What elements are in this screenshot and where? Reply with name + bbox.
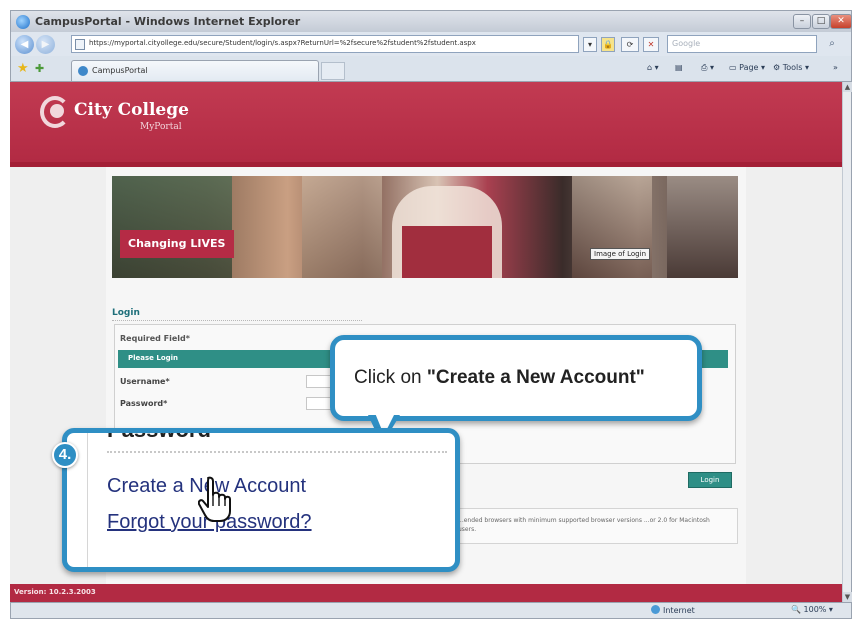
window-title: CampusPortal - Windows Internet Explorer xyxy=(35,15,301,28)
tab-bar: ★ ✚ CampusPortal ⌂ ▾ ▤ ⎙ ▾ ▭ Page ▾ ⚙ To… xyxy=(10,56,852,82)
address-toolbar: ◀ ▶ https://myportal.cityollege.edu/secu… xyxy=(10,32,852,56)
page-icon xyxy=(75,39,85,50)
login-button[interactable]: Login xyxy=(688,472,732,488)
scroll-down-icon[interactable]: ▼ xyxy=(843,592,852,602)
zoom-label: 100% xyxy=(803,605,827,614)
username-label: Username* xyxy=(120,377,170,386)
address-field[interactable]: https://myportal.cityollege.edu/secure/S… xyxy=(71,35,579,53)
instruction-text: Click on "Create a New Account" xyxy=(354,367,645,389)
toolbar-overflow-icon[interactable]: » xyxy=(833,63,838,72)
instruction-prefix: Click on xyxy=(354,367,427,388)
portal-header xyxy=(10,82,842,162)
zoom-dotted-rule xyxy=(107,451,447,453)
favorites-star-icon[interactable]: ★ xyxy=(17,61,29,76)
portal-name: MyPortal xyxy=(140,122,182,132)
banner-photo xyxy=(112,176,232,278)
hand-cursor-icon xyxy=(198,476,231,522)
required-field-label: Required Field* xyxy=(120,334,190,343)
portal-footer: Version: 10.2.3.2003 xyxy=(10,584,842,602)
vertical-scrollbar[interactable]: ▲ ▼ xyxy=(842,82,852,602)
ie-page-icon xyxy=(78,66,88,76)
zoom-divider xyxy=(87,433,88,567)
add-favorites-icon[interactable]: ✚ xyxy=(35,62,44,75)
banner-photo xyxy=(667,176,738,278)
step-badge: 4. xyxy=(52,442,78,468)
back-button[interactable]: ◀ xyxy=(15,35,34,54)
print-icon[interactable]: ⎙ ▾ xyxy=(701,63,714,73)
url-text: https://myportal.cityollege.edu/secure/S… xyxy=(89,39,476,47)
banner-image: Changing LIVES Image of Login xyxy=(112,176,738,278)
refresh-button[interactable]: ⟳ xyxy=(621,37,639,52)
tab-campusportal[interactable]: CampusPortal xyxy=(71,60,319,81)
screenshot: CampusPortal - Windows Internet Explorer… xyxy=(0,0,862,619)
zone-label: Internet xyxy=(663,606,695,615)
home-icon[interactable]: ⌂ ▾ xyxy=(647,63,659,72)
forward-button[interactable]: ▶ xyxy=(36,35,55,54)
lock-icon[interactable]: 🔒 xyxy=(601,37,615,52)
globe-icon xyxy=(651,605,660,614)
college-name: City College xyxy=(74,100,189,120)
new-tab-button[interactable] xyxy=(321,62,345,80)
search-placeholder: Google xyxy=(672,39,701,48)
zoom-callout: Password Create a New Account Forgot you… xyxy=(62,428,460,572)
minimize-button[interactable]: – xyxy=(793,14,811,29)
banner-tagline: Changing LIVES xyxy=(128,237,226,250)
address-dropdown-button[interactable]: ▾ xyxy=(583,37,597,52)
browser-note: ...ended browsers with minimum supported… xyxy=(458,517,710,533)
please-login-label: Please Login xyxy=(128,354,179,362)
banner-photo xyxy=(572,176,652,278)
status-bar: Internet 🔍 100% ▾ xyxy=(10,602,852,619)
banner-photo xyxy=(402,226,492,278)
college-logo-mark xyxy=(50,104,64,118)
tools-menu-label: Tools xyxy=(782,63,803,72)
page-menu[interactable]: ▭ Page ▾ xyxy=(729,63,765,72)
instruction-emphasis: "Create a New Account" xyxy=(426,367,645,388)
page-menu-label: Page xyxy=(739,63,759,72)
version-label: Version: 10.2.3.2003 xyxy=(14,588,96,596)
password-heading-cut: Password xyxy=(107,428,211,442)
feeds-icon[interactable]: ▤ xyxy=(675,63,683,72)
login-heading-rule xyxy=(112,320,362,321)
scroll-up-icon[interactable]: ▲ xyxy=(843,82,852,92)
login-heading: Login xyxy=(112,308,140,318)
banner-alt-text: Image of Login xyxy=(590,248,651,260)
tools-menu[interactable]: ⚙ Tools ▾ xyxy=(773,63,809,72)
search-icon[interactable]: ⌕ xyxy=(823,36,841,52)
password-label: Password* xyxy=(120,399,168,408)
security-zone: Internet xyxy=(651,605,695,615)
maximize-button[interactable]: □ xyxy=(812,14,830,29)
browser-titlebar: CampusPortal - Windows Internet Explorer… xyxy=(10,10,852,32)
banner-photo xyxy=(302,176,382,278)
ie-logo-icon xyxy=(16,15,30,29)
stop-button[interactable]: ✕ xyxy=(643,37,659,52)
close-window-button[interactable]: ✕ xyxy=(830,14,852,29)
banner-tagline-box: Changing LIVES xyxy=(120,230,234,258)
tab-label: CampusPortal xyxy=(92,66,148,75)
search-field[interactable]: Google xyxy=(667,35,817,53)
zoom-control[interactable]: 🔍 100% ▾ xyxy=(791,605,833,614)
